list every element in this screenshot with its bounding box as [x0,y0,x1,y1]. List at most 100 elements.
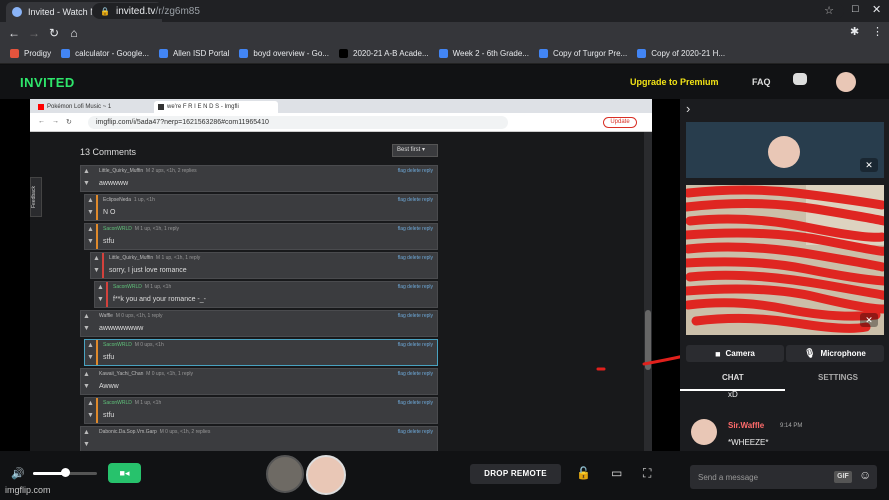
comment-author: Kawaii_Yachi_Chan [99,371,144,377]
gif-button[interactable]: GIF [834,471,852,483]
camera-icon: ■ [715,348,721,359]
muted-mic-icon: ✕ [860,158,878,172]
theater-mode-icon[interactable]: ▭ [611,466,622,480]
comment-body: stfu [103,354,115,361]
red-scribble-tail [596,354,686,371]
volume-knob[interactable] [61,468,70,477]
comment-meta: SaconWRLD M 1 up, <1h, 1 reply flag delet… [103,226,433,232]
tab-settings[interactable]: SETTINGS [818,373,858,382]
comments-title: 13 Comments [80,147,137,157]
shared-scrollbar [644,132,652,451]
video-camera-button[interactable]: ■◂ [108,463,141,483]
comment-actions: flag delete reply [397,197,433,203]
bookmark-item[interactable]: Copy of 2020-21 H... [637,49,725,58]
shared-tab-1-title: Pokémon Lofi Music ~ 1 [47,104,112,110]
reply-thread-bar [106,282,108,307]
sort-select: Best first ▾ [392,144,438,157]
chat-message-avatar [691,419,717,445]
shared-tab-2: we're F R I E N D S - Imgfli [154,101,278,113]
faq-link[interactable]: FAQ [752,77,771,87]
menu-icon[interactable]: ⋮ [872,25,883,38]
participant-avatar [768,136,800,168]
microphone-button[interactable]: 🎙 Microphone [786,345,884,362]
comment-stats: M 1 up, <1h, 1 reply [155,255,201,261]
comment-actions: flag delete reply [397,284,433,290]
maximize-icon[interactable]: □ [852,3,859,15]
app-root: Invited - Watch Movies and ... ✕ + ⌄ – □… [0,0,889,500]
address-bar[interactable]: 🔒 invited.tv/r/zg6m85 ☆ [92,3,844,19]
bookmark-label: 2020-21 A-B Acade... [353,49,429,58]
drop-remote-button[interactable]: DROP REMOTE [470,464,561,484]
comment-stats: M 0 ups, <1h, 1 reply [115,313,163,319]
comment-row: ▲ ▼ EclipseNeda 1 up, <1h flag delete reply… [84,194,438,221]
bookmark-favicon-icon [10,49,19,58]
bookmark-item[interactable]: Allen ISD Portal [158,49,229,58]
chat-message-author: Sir.Waffle [728,421,765,430]
bookmark-item[interactable]: Copy of Turgor Pre... [538,49,627,58]
emoji-icon[interactable]: ☺ [859,468,871,482]
imgflip-icon [158,104,164,110]
volume-icon[interactable]: 🔊 [11,467,25,480]
comment-row: ▲ ▼ SaconWRLD M 1 up, <1h flag delete reply… [84,397,438,424]
tab-chat[interactable]: CHAT [722,373,744,382]
bookmark-item[interactable]: calculator - Google... [61,49,149,58]
bookmark-item[interactable]: Week 2 - 6th Grade... [438,49,529,58]
vote-arrows-icon: ▲ ▼ [87,197,94,216]
webcam-muted-icon: ✕ [860,313,878,327]
bookmark-favicon-icon [158,49,168,58]
shared-address-bar: ← → ↻ imgflip.com/i/5ada47?nerp=16215632… [30,113,652,132]
bookmark-item[interactable]: 2020-21 A-B Acade... [339,49,429,58]
chat-message-text: *WHEEZE* [728,438,769,447]
globe-icon [12,7,22,17]
close-window-icon[interactable]: ✕ [872,3,881,16]
bookmark-item[interactable]: boyd overview - Go... [239,49,329,58]
comment-stats: M 0 ups, <1h, 2 replies [159,429,211,435]
comment-meta: EclipseNeda 1 up, <1h flag delete reply [103,197,433,203]
comment-actions: flag delete reply [397,226,433,232]
chat-tabs: CHAT SETTINGS [680,369,889,389]
comment-author: Waffle [99,313,113,319]
comment-row: ▲ ▼ SaconWRLD M 1 up, <1h, 1 reply flag del… [84,223,438,250]
bookmark-star-icon[interactable]: ☆ [824,4,834,17]
extensions-icon[interactable]: ✱ [850,25,859,38]
comment-row: ▲ ▼ Kawaii_Yachi_Chan M 0 ups, <1h, 1 repl… [80,368,438,395]
shared-tabstrip: Pokémon Lofi Music ~ 1 we're F R I E N D… [30,99,652,113]
comment-actions: flag delete reply [397,342,433,348]
invited-logo[interactable]: INVITED [20,75,75,90]
shared-forward-icon: → [52,118,59,125]
comment-author: SaconWRLD [113,284,142,290]
comment-stats: M 1 up, <1h [144,284,172,290]
upgrade-link[interactable]: Upgrade to Premium [630,77,719,87]
home-icon[interactable]: ⌂ [64,26,84,40]
microphone-label: Microphone [820,349,866,358]
webcam-tile: ✕ [686,185,884,335]
vote-arrows-icon: ▲ ▼ [87,400,94,419]
collapse-panel-icon[interactable]: › [686,101,690,116]
discord-icon[interactable] [793,73,807,85]
comment-stats: M 0 ups, <1h, 1 reply [146,371,194,377]
comment-meta: SaconWRLD M 0 ups, <1h flag delete reply [103,342,433,348]
comment-actions: flag delete reply [397,255,433,261]
reload-icon[interactable]: ↻ [44,26,64,40]
chat-message-previous: xD [728,390,738,399]
camera-button[interactable]: ■ Camera [686,345,784,362]
bookmark-favicon-icon [339,49,348,58]
shared-screen: Pokémon Lofi Music ~ 1 we're F R I E N D… [30,99,652,451]
vote-arrows-icon: ▲ ▼ [83,429,90,448]
shared-screen-stage: Pokémon Lofi Music ~ 1 we're F R I E N D… [0,99,686,451]
lock-room-icon[interactable]: 🔓 [576,466,591,480]
chat-input[interactable] [698,469,826,485]
back-icon[interactable]: ← [4,26,24,40]
comment-actions: flag delete reply [397,168,433,174]
user-avatar[interactable] [836,72,856,92]
forward-icon[interactable]: → [24,26,44,40]
comment-actions: flag delete reply [397,429,433,435]
vote-arrows-icon: ▲ ▼ [87,226,94,245]
comment-meta: Kawaii_Yachi_Chan M 0 ups, <1h, 1 reply f… [99,371,433,377]
bookmark-item[interactable]: Prodigy [10,49,51,58]
comment-author: EclipseNeda [103,197,132,203]
comment-meta: Dabonic.Da.Sop.Vm.Garp M 0 ups, <1h, 2 r… [99,429,433,435]
viewer-avatar-2 [306,455,346,495]
shared-update-button: Update [603,117,637,128]
fullscreen-icon[interactable]: ⛶ [643,466,651,481]
